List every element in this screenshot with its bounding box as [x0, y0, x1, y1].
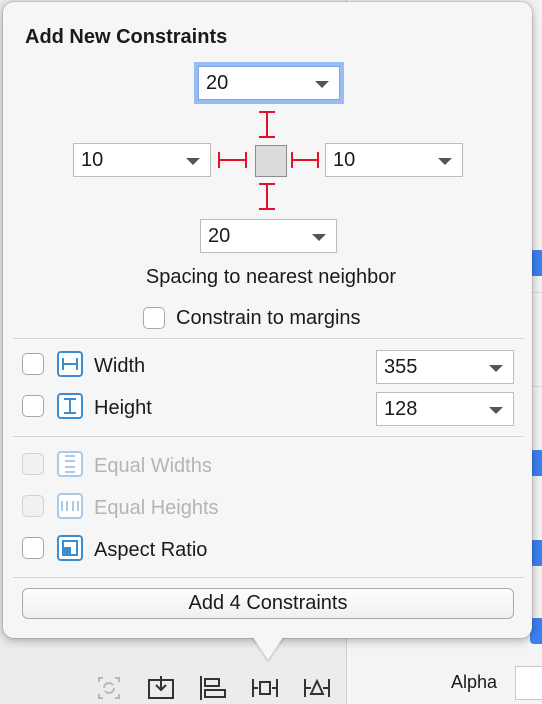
section-divider: [13, 338, 524, 339]
bottom-spacing-value: 20: [208, 225, 231, 247]
bottom-strut-cap: [259, 183, 275, 185]
top-spacing-value: 20: [206, 72, 229, 94]
constrain-to-margins-checkbox[interactable]: [143, 307, 165, 329]
chevron-down-icon[interactable]: [489, 407, 503, 414]
chevron-down-icon[interactable]: [489, 365, 503, 372]
height-constraint-icon: [57, 393, 83, 419]
width-value-field[interactable]: 355: [376, 350, 514, 384]
height-label: Height: [94, 397, 152, 419]
width-value: 355: [384, 356, 418, 378]
align-icon[interactable]: [199, 674, 227, 702]
chevron-down-icon[interactable]: [438, 158, 452, 165]
right-strut-cap: [317, 152, 319, 168]
constrain-to-margins-label: Constrain to margins: [176, 307, 361, 329]
equal-widths-icon: [57, 451, 83, 477]
alpha-label: Alpha: [451, 672, 498, 692]
left-spacing-field[interactable]: 10: [73, 143, 211, 177]
right-strut-cap: [291, 152, 293, 168]
equal-heights-icon: [57, 493, 83, 519]
spacing-label: Spacing to nearest neighbor: [145, 266, 397, 288]
update-frames-icon[interactable]: [95, 674, 123, 702]
equal-heights-label: Equal Heights: [94, 497, 219, 519]
resolve-issues-icon[interactable]: [303, 674, 331, 702]
add-constraints-popover: Add New Constraints 20 10 10 20 Spacing …: [3, 2, 532, 638]
alpha-field[interactable]: [515, 666, 542, 700]
equal-widths-checkbox[interactable]: [22, 453, 44, 475]
equal-heights-checkbox[interactable]: [22, 495, 44, 517]
width-constraint-icon: [57, 351, 83, 377]
aspect-ratio-checkbox[interactable]: [22, 537, 44, 559]
top-strut[interactable]: [266, 112, 268, 138]
height-checkbox[interactable]: [22, 395, 44, 417]
aspect-ratio-label: Aspect Ratio: [94, 539, 208, 561]
add-constraints-button[interactable]: Add 4 Constraints: [22, 588, 514, 619]
chevron-down-icon[interactable]: [312, 234, 326, 241]
selected-view-box: [255, 145, 287, 177]
bottom-strut[interactable]: [266, 183, 268, 209]
bottom-spacing-field[interactable]: 20: [200, 219, 337, 253]
section-divider: [13, 436, 524, 437]
embed-in-stack-icon[interactable]: [147, 674, 175, 702]
chevron-down-icon[interactable]: [186, 158, 200, 165]
right-strut[interactable]: [291, 159, 319, 161]
bottom-strut-cap: [259, 208, 275, 210]
top-strut-cap: [259, 136, 275, 138]
popover-arrow: [252, 636, 284, 660]
right-spacing-value: 10: [333, 149, 356, 171]
right-spacing-field[interactable]: 10: [325, 143, 463, 177]
top-spacing-field[interactable]: 20: [198, 66, 340, 100]
chevron-down-icon[interactable]: [315, 81, 329, 88]
pin-icon[interactable]: [251, 674, 279, 702]
width-checkbox[interactable]: [22, 353, 44, 375]
left-strut[interactable]: [218, 159, 247, 161]
width-label: Width: [94, 355, 146, 377]
height-value-field[interactable]: 128: [376, 392, 514, 426]
section-divider: [13, 577, 524, 578]
height-value: 128: [384, 398, 418, 420]
aspect-ratio-icon: [57, 535, 83, 561]
left-strut-cap: [245, 152, 247, 168]
top-strut-cap: [259, 111, 275, 113]
popover-title: Add New Constraints: [25, 26, 228, 48]
equal-widths-label: Equal Widths: [94, 455, 212, 477]
left-spacing-value: 10: [81, 149, 104, 171]
left-strut-cap: [218, 152, 220, 168]
